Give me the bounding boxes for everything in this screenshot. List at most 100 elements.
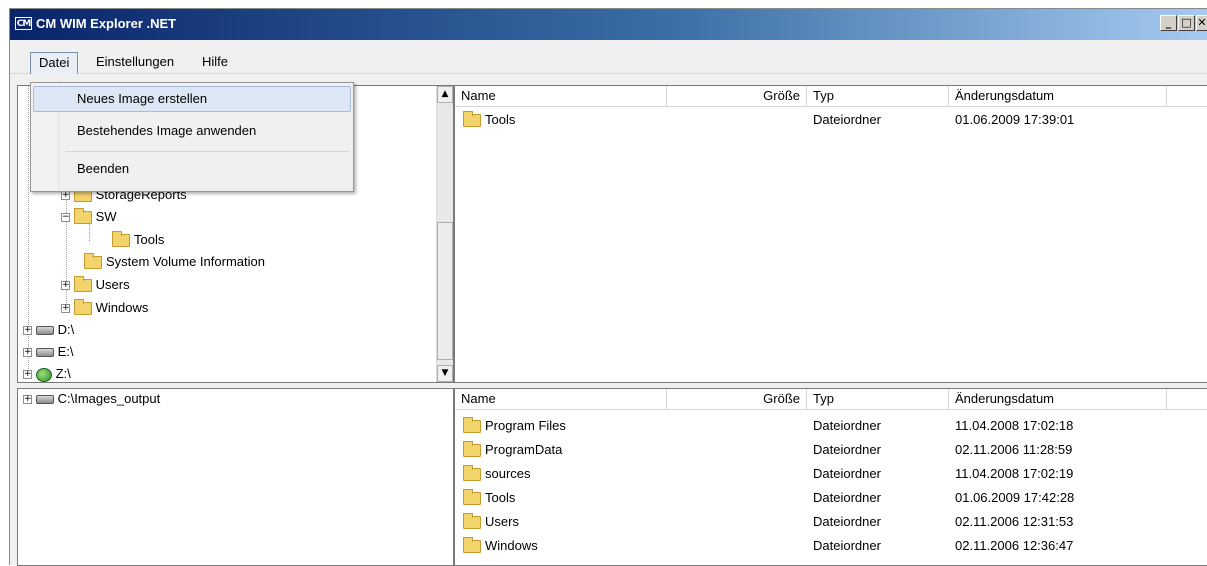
folder-icon (463, 111, 481, 128)
tree-item-drive-e[interactable]: + E:\ (23, 342, 74, 362)
menu-einstellungen[interactable]: Einstellungen (88, 52, 182, 74)
folder-icon (84, 253, 102, 270)
source-list-pane[interactable]: Name Größe Typ Änderungsdatum Tools Date… (454, 85, 1207, 383)
title-bar[interactable]: CM CM WIM Explorer .NET _ □ ✕ (10, 9, 1207, 40)
close-button[interactable]: ✕ (1196, 15, 1207, 31)
tree-item-label: Users (95, 277, 130, 292)
file-name: Tools (485, 490, 516, 505)
type-cell: Dateiordner (813, 418, 881, 433)
list-item[interactable]: Users Dateiordner 02.11.2006 12:31:53 (455, 510, 1207, 534)
folder-icon (73, 276, 92, 293)
tree-item-drive-z[interactable]: + Z:\ (23, 364, 71, 382)
modified-cell: 02.11.2006 12:31:53 (955, 514, 1074, 529)
tree-item-label: System Volume Information (106, 254, 265, 269)
expand-icon[interactable]: + (61, 304, 70, 314)
name-cell: ProgramData (463, 438, 562, 462)
tree-item-sw[interactable]: − SW (61, 207, 117, 227)
file-name: Windows (485, 538, 538, 553)
expand-icon[interactable]: + (23, 395, 32, 405)
name-cell: Tools (463, 486, 515, 510)
name-cell: Users (463, 510, 519, 534)
tree-item-label: E:\ (57, 344, 74, 359)
main-window: CM CM WIM Explorer .NET _ □ ✕ Datei Eins… (9, 8, 1207, 566)
folder-icon (463, 537, 481, 554)
expand-icon[interactable]: + (61, 281, 70, 291)
folder-icon (73, 299, 92, 316)
tree-item-system-volume-information[interactable]: System Volume Information (84, 252, 265, 272)
minimize-button[interactable]: _ (1160, 15, 1177, 31)
column-header-size[interactable]: Größe (667, 86, 807, 107)
column-header-name[interactable]: Name (455, 86, 667, 107)
menu-hilfe[interactable]: Hilfe (194, 52, 236, 74)
list-item[interactable]: Windows Dateiordner 02.11.2006 12:36:47 (455, 534, 1207, 558)
menu-bar: Datei Einstellungen Hilfe (10, 40, 1207, 74)
list-item[interactable]: Tools Dateiordner 01.06.2009 17:42:28 (455, 486, 1207, 510)
column-header-size[interactable]: Größe (667, 389, 807, 410)
menu-separator (65, 151, 349, 152)
expand-icon[interactable]: + (23, 348, 32, 358)
file-name: Program Files (485, 418, 566, 433)
expand-icon[interactable]: + (23, 326, 32, 336)
tree-scrollbar[interactable]: ▲ ▼ (436, 86, 453, 382)
modified-cell: 02.11.2006 11:28:59 (955, 442, 1073, 457)
column-header-modified[interactable]: Änderungsdatum (949, 389, 1167, 410)
file-name: ProgramData (485, 442, 563, 457)
app-logo-icon: CM (15, 17, 32, 30)
open-folder-icon (73, 208, 92, 225)
scroll-down-icon[interactable]: ▼ (437, 365, 453, 382)
list-item[interactable]: sources Dateiordner 11.04.2008 17:02:19 (455, 462, 1207, 486)
menu-item-apply-image[interactable]: Bestehendes Image anwenden (33, 118, 351, 144)
name-cell: Windows (463, 534, 538, 558)
tree-item-label: SW (95, 209, 117, 224)
tree-item-label: C:\Images_output (57, 391, 161, 406)
tree-item-users[interactable]: + Users (61, 275, 130, 295)
type-cell: Dateiordner (813, 466, 881, 481)
type-cell: Dateiordner (813, 490, 881, 505)
tree-item-label: D:\ (57, 322, 75, 337)
list-item[interactable]: ProgramData Dateiordner 02.11.2006 11:28… (455, 438, 1207, 462)
folder-icon (463, 465, 481, 482)
name-cell: sources (463, 462, 531, 486)
network-drive-icon (35, 367, 52, 382)
maximize-button[interactable]: □ (1178, 15, 1195, 31)
expand-icon[interactable]: + (61, 191, 70, 201)
list-item[interactable]: Program Files Dateiordner 11.04.2008 17:… (455, 414, 1207, 438)
modified-cell: 02.11.2006 12:36:47 (955, 538, 1074, 553)
modified-cell: 11.04.2008 17:02:19 (955, 466, 1074, 481)
tree-item-images-output[interactable]: + C:\Images_output (23, 389, 160, 409)
modified-cell: 11.04.2008 17:02:18 (955, 418, 1074, 433)
column-header-modified[interactable]: Änderungsdatum (949, 86, 1167, 107)
list-header: Name Größe Typ Änderungsdatum (455, 86, 1207, 107)
type-cell: Dateiordner (813, 112, 881, 127)
target-tree-pane[interactable]: + C:\Images_output (17, 388, 454, 566)
scroll-thumb[interactable] (437, 222, 453, 360)
folder-icon (463, 513, 481, 530)
expand-icon[interactable]: + (23, 370, 32, 380)
tree-item-label: Z:\ (55, 366, 71, 381)
modified-cell: 01.06.2009 17:39:01 (955, 112, 1075, 127)
type-cell: Dateiordner (813, 514, 881, 529)
menu-datei[interactable]: Datei (30, 52, 79, 74)
modified-cell: 01.06.2009 17:42:28 (955, 490, 1075, 505)
tree-item-label: Windows (95, 300, 149, 315)
scroll-up-icon[interactable]: ▲ (437, 86, 453, 103)
menu-item-exit[interactable]: Beenden (33, 156, 351, 182)
column-header-name[interactable]: Name (455, 389, 667, 410)
column-header-type[interactable]: Typ (807, 86, 949, 107)
drive-icon (35, 326, 54, 336)
target-list-pane[interactable]: Name Größe Typ Änderungsdatum Program Fi… (454, 388, 1207, 566)
folder-icon (463, 489, 481, 506)
window-title: CM WIM Explorer .NET (36, 16, 177, 31)
datei-dropdown-menu: Neues Image erstellen Bestehendes Image … (30, 82, 354, 192)
list-item[interactable]: Tools Dateiordner 01.06.2009 17:39:01 (455, 108, 1207, 132)
file-name: Tools (485, 112, 516, 127)
menu-item-new-image[interactable]: Neues Image erstellen (33, 86, 351, 112)
type-cell: Dateiordner (813, 442, 881, 457)
list-header: Name Größe Typ Änderungsdatum (455, 389, 1207, 410)
tree-item-drive-d[interactable]: + D:\ (23, 320, 74, 340)
tree-item-tools[interactable]: Tools (112, 230, 164, 250)
collapse-icon[interactable]: − (61, 213, 70, 223)
file-name: Users (485, 514, 519, 529)
column-header-type[interactable]: Typ (807, 389, 949, 410)
tree-item-windows[interactable]: + Windows (61, 298, 148, 318)
